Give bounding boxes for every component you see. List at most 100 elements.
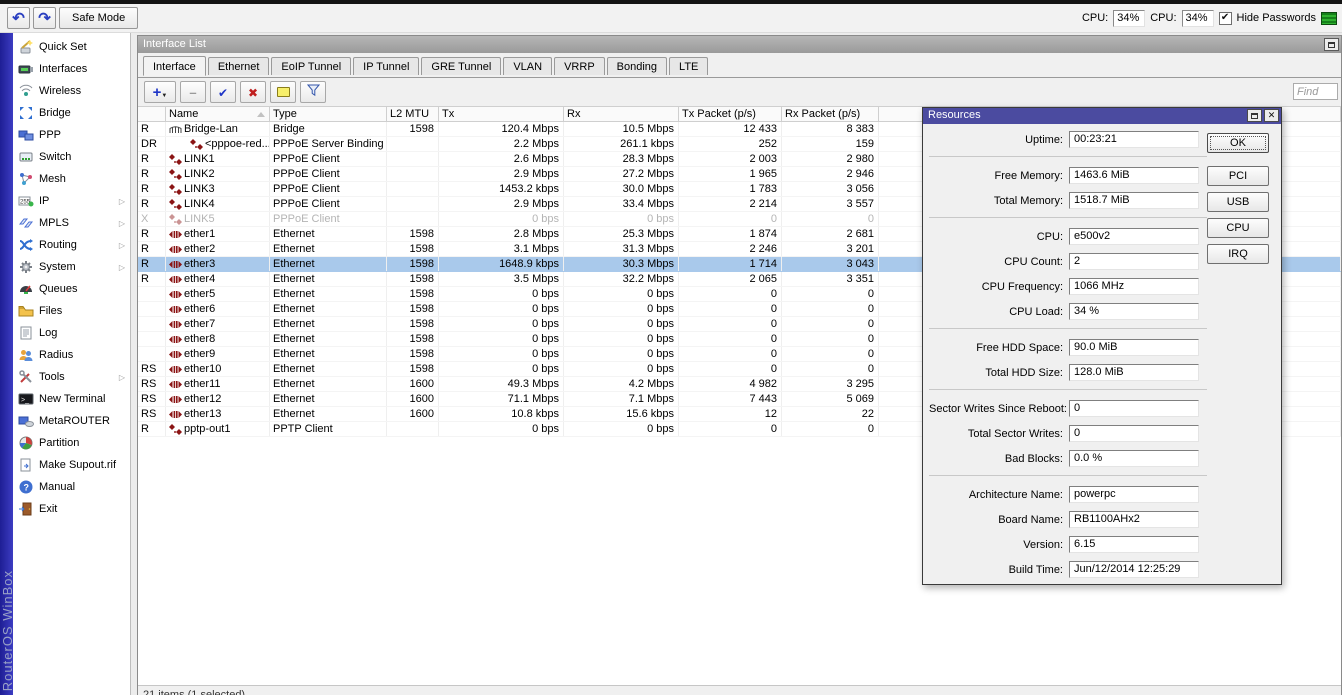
disable-button[interactable]: ✖ (240, 81, 266, 103)
row-type: Ethernet (270, 257, 387, 271)
resource-field-row: Free HDD Space:90.0 MiB (929, 339, 1207, 356)
dialog-title: Resources (928, 109, 981, 121)
restore-window-button[interactable] (1324, 38, 1339, 51)
sidebar-item-wireless[interactable]: Wireless (13, 80, 130, 102)
row-tx: 0 bps (439, 287, 564, 301)
redo-button[interactable]: ↷ (33, 7, 56, 29)
tab-eoip-tunnel[interactable]: EoIP Tunnel (271, 57, 351, 75)
comment-button[interactable] (270, 81, 296, 103)
sidebar-item-radius[interactable]: Radius (13, 344, 130, 366)
sidebar-item-bridge[interactable]: Bridge (13, 102, 130, 124)
ether-if (169, 334, 182, 345)
column-header-rx-packet-p-s[interactable]: Rx Packet (p/s) (782, 107, 879, 121)
cpu-count-field[interactable]: 2 (1069, 253, 1199, 270)
board-name-field[interactable]: RB1100AHx2 (1069, 511, 1199, 528)
sidebar-item-quick-set[interactable]: Quick Set (13, 36, 130, 58)
build-time-field[interactable]: Jun/12/2014 12:25:29 (1069, 561, 1199, 578)
row-l2mtu: 1598 (387, 347, 439, 361)
row-rx-packet: 2 946 (782, 167, 879, 181)
row-flags: R (138, 422, 166, 436)
tab-interface[interactable]: Interface (143, 56, 206, 76)
undo-button[interactable]: ↶ (7, 7, 30, 29)
interface-name: pptp-out1 (184, 422, 230, 436)
sidebar-item-log[interactable]: Log (13, 322, 130, 344)
submenu-arrow-icon: ▷ (119, 241, 125, 250)
free-hdd-space-field[interactable]: 90.0 MiB (1069, 339, 1199, 356)
cpu-button[interactable]: CPU (1207, 218, 1269, 238)
remove-button[interactable]: – (180, 81, 206, 103)
sidebar-item-new-terminal[interactable]: >_New Terminal (13, 388, 130, 410)
pppoe-if (169, 154, 182, 165)
row-tx-packet: 0 (679, 347, 782, 361)
row-flags (138, 347, 166, 361)
safe-mode-button[interactable]: Safe Mode (59, 7, 138, 29)
column-header-tx[interactable]: Tx (439, 107, 564, 121)
tab-ip-tunnel[interactable]: IP Tunnel (353, 57, 419, 75)
maximize-icon (1251, 113, 1258, 119)
sidebar-item-switch[interactable]: Switch (13, 146, 130, 168)
row-rx: 33.4 Mbps (564, 197, 679, 211)
bad-blocks-field[interactable]: 0.0 % (1069, 450, 1199, 467)
cpu-frequency-field[interactable]: 1066 MHz (1069, 278, 1199, 295)
total-hdd-size-field[interactable]: 128.0 MiB (1069, 364, 1199, 381)
add-button[interactable]: +▼ (144, 81, 176, 103)
row-tx-packet: 2 214 (679, 197, 782, 211)
total-sector-writes-field[interactable]: 0 (1069, 425, 1199, 442)
version-field[interactable]: 6.15 (1069, 536, 1199, 553)
sidebar-item-mpls[interactable]: MPLS▷ (13, 212, 130, 234)
tab-vlan[interactable]: VLAN (503, 57, 552, 75)
filter-button[interactable] (300, 81, 326, 103)
sidebar-item-metarouter[interactable]: MetaROUTER (13, 410, 130, 432)
sidebar-item-label: Log (39, 327, 57, 339)
cpu-field[interactable]: e500v2 (1069, 228, 1199, 245)
sidebar-item-ppp[interactable]: PPP (13, 124, 130, 146)
tab-gre-tunnel[interactable]: GRE Tunnel (421, 57, 501, 75)
sidebar-item-routing[interactable]: Routing▷ (13, 234, 130, 256)
column-header-tx-packet-p-s[interactable]: Tx Packet (p/s) (679, 107, 782, 121)
column-header-l2-mtu[interactable]: L2 MTU (387, 107, 439, 121)
tab-vrrp[interactable]: VRRP (554, 57, 605, 75)
uptime-field[interactable]: 00:23:21 (1069, 131, 1199, 148)
resource-field-row: Version:6.15 (929, 536, 1207, 553)
tab-ethernet[interactable]: Ethernet (208, 57, 270, 75)
traffic-indicator-icon (1321, 12, 1337, 25)
sidebar-item-manual[interactable]: ?Manual (13, 476, 130, 498)
sidebar-item-partition[interactable]: Partition (13, 432, 130, 454)
sidebar-item-tools[interactable]: Tools▷ (13, 366, 130, 388)
architecture-name-field[interactable]: powerpc (1069, 486, 1199, 503)
sidebar-item-ip[interactable]: 255IP▷ (13, 190, 130, 212)
tab-bonding[interactable]: Bonding (607, 57, 667, 75)
pci-button[interactable]: PCI (1207, 166, 1269, 186)
ok-button[interactable]: OK (1207, 133, 1269, 153)
sidebar-item-queues[interactable]: Queues (13, 278, 130, 300)
sidebar-item-system[interactable]: System▷ (13, 256, 130, 278)
dialog-close-button[interactable]: ✕ (1264, 109, 1279, 122)
free-memory-field[interactable]: 1463.6 MiB (1069, 167, 1199, 184)
dialog-maximize-button[interactable] (1247, 109, 1262, 122)
sidebar-item-label: Radius (39, 349, 73, 361)
hide-passwords-checkbox[interactable]: ✔ (1219, 12, 1232, 25)
column-header-label: Rx (567, 108, 580, 120)
find-input[interactable] (1293, 83, 1338, 100)
column-header-rx[interactable]: Rx (564, 107, 679, 121)
column-header-name[interactable]: Name (166, 107, 270, 121)
column-header-type[interactable]: Type (270, 107, 387, 121)
row-rx-packet: 3 056 (782, 182, 879, 196)
sidebar-item-interfaces[interactable]: Interfaces (13, 58, 130, 80)
enable-button[interactable]: ✔ (210, 81, 236, 103)
row-type: Ethernet (270, 407, 387, 421)
total-memory-field[interactable]: 1518.7 MiB (1069, 192, 1199, 209)
usb-button[interactable]: USB (1207, 192, 1269, 212)
sidebar-item-mesh[interactable]: Mesh (13, 168, 130, 190)
tab-lte[interactable]: LTE (669, 57, 708, 75)
ether-if (169, 259, 182, 270)
sidebar-item-make-supout-rif[interactable]: Make Supout.rif (13, 454, 130, 476)
row-l2mtu (387, 152, 439, 166)
sidebar-item-files[interactable]: Files (13, 300, 130, 322)
row-rx-packet: 0 (782, 362, 879, 376)
sidebar-item-exit[interactable]: Exit (13, 498, 130, 520)
irq-button[interactable]: IRQ (1207, 244, 1269, 264)
column-header-flags[interactable] (138, 107, 166, 121)
cpu-load-field[interactable]: 34 % (1069, 303, 1199, 320)
sector-writes-since-reboot-field[interactable]: 0 (1069, 400, 1199, 417)
